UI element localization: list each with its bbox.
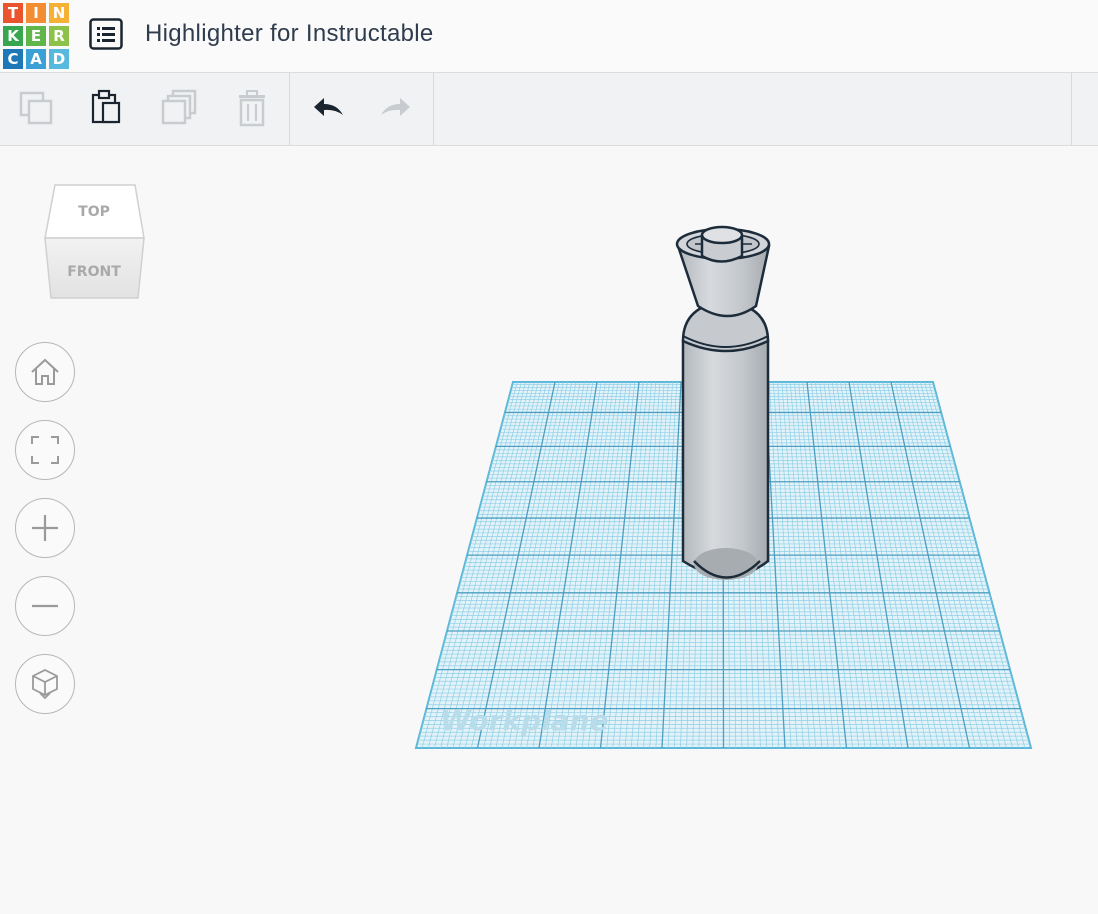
redo-icon <box>381 98 410 116</box>
logo-letter: R <box>49 26 69 46</box>
logo-letter: D <box>49 49 69 69</box>
logo-letter: E <box>26 26 46 46</box>
undo-button[interactable] <box>304 85 350 131</box>
delete-button[interactable] <box>229 85 275 131</box>
trash-icon <box>239 90 265 127</box>
logo-letter: T <box>3 3 23 23</box>
list-icon <box>89 18 123 50</box>
paste-icon <box>91 89 121 124</box>
toolbar-divider <box>1071 73 1072 145</box>
paste-button[interactable] <box>83 85 129 131</box>
workplane-label: Workplane <box>440 704 608 737</box>
design-title[interactable]: Highlighter for Instructable <box>145 20 434 48</box>
toolbar-divider <box>289 73 290 145</box>
copy-icon <box>19 91 53 125</box>
highlighter-model[interactable] <box>675 225 771 580</box>
design-menu-button[interactable] <box>89 18 123 50</box>
duplicate-icon <box>161 89 197 125</box>
undo-icon <box>314 98 343 116</box>
scene-canvas[interactable]: Workplane <box>0 146 1098 914</box>
logo-letter: A <box>26 49 46 69</box>
logo-letter: C <box>3 49 23 69</box>
toolbar-divider <box>433 73 434 145</box>
logo-letter: I <box>26 3 46 23</box>
logo-letter: K <box>3 26 23 46</box>
tinkercad-logo[interactable]: TIN KER CAD <box>3 3 69 69</box>
edit-toolbar <box>0 73 1098 146</box>
duplicate-button[interactable] <box>157 85 203 131</box>
3d-viewport[interactable]: TOP FRONT Workplane <box>0 146 1098 914</box>
title-bar: TIN KER CAD Highlighter for Instructable <box>0 0 1098 73</box>
logo-letter: N <box>49 3 69 23</box>
copy-button[interactable] <box>13 85 59 131</box>
redo-button[interactable] <box>374 85 420 131</box>
